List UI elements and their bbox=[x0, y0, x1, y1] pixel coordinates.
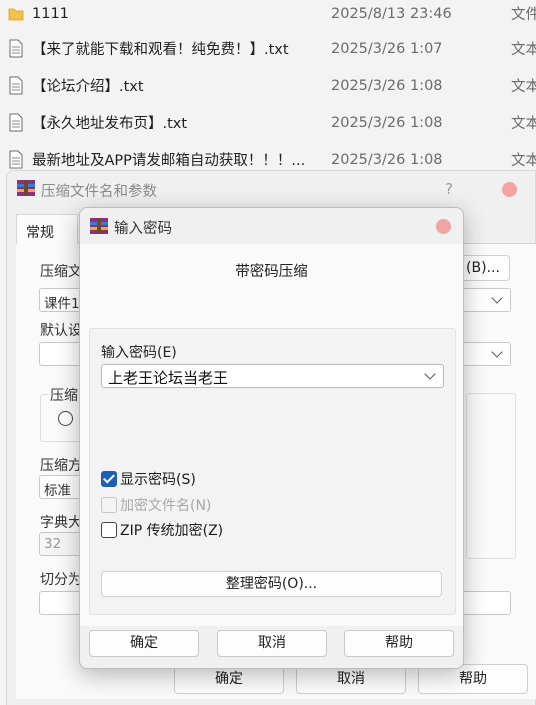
browse-button[interactable]: (B)... bbox=[456, 255, 510, 281]
cancel-button[interactable]: 取消 bbox=[217, 630, 327, 657]
file-type: 文本 bbox=[511, 153, 536, 169]
text-file-icon bbox=[9, 113, 23, 132]
file-date: 2025/3/26 1:08 bbox=[331, 77, 443, 94]
password-group: 输入密码(E) 上老王论坛当老王 显示密码(S) 加密文件名(N) ZIP 传统… bbox=[89, 328, 456, 615]
archive-name-value: 课件1 bbox=[44, 296, 80, 312]
profile-label: 默认设 bbox=[40, 323, 82, 339]
file-type: 文件 bbox=[511, 7, 536, 23]
zip-legacy-checkbox[interactable] bbox=[101, 522, 117, 538]
file-name: 【来了就能下载和观看！纯免费！】.txt bbox=[32, 42, 289, 58]
organize-passwords-button[interactable]: 整理密码(O)... bbox=[101, 571, 442, 597]
list-item[interactable]: 【来了就能下载和观看！纯免费！】.txt 2025/3/26 1:07 文本 bbox=[0, 30, 536, 67]
dialog-title: 压缩文件名和参数 bbox=[41, 184, 157, 200]
file-type: 文本 bbox=[511, 42, 536, 58]
help-button[interactable]: 帮助 bbox=[344, 630, 454, 657]
ok-button[interactable]: 确定 bbox=[89, 630, 199, 657]
help-icon[interactable]: ? bbox=[445, 180, 453, 198]
file-type: 文本 bbox=[511, 79, 536, 95]
chevron-down-icon bbox=[491, 292, 503, 304]
winrar-icon bbox=[17, 180, 35, 196]
dictionary-label: 字典大 bbox=[40, 515, 82, 531]
file-name: 【论坛介绍】.txt bbox=[32, 79, 144, 95]
show-password-label: 显示密码(S) bbox=[120, 472, 196, 488]
chevron-down-icon bbox=[491, 346, 503, 358]
close-button[interactable] bbox=[502, 182, 517, 197]
show-password-option[interactable]: 显示密码(S) bbox=[101, 469, 196, 489]
file-name: 1111 bbox=[32, 5, 69, 22]
method-value: 标准 bbox=[44, 483, 71, 499]
list-item[interactable]: 【论坛介绍】.txt 2025/3/26 1:08 文本 bbox=[0, 67, 536, 104]
encrypt-filenames-label: 加密文件名(N) bbox=[120, 498, 212, 514]
file-date: 2025/3/26 1:08 bbox=[331, 151, 443, 168]
file-type: 文本 bbox=[511, 116, 536, 132]
close-button[interactable] bbox=[436, 219, 451, 234]
split-label: 切分为 bbox=[40, 572, 82, 588]
file-name: 最新地址及APP请发邮箱自动获取！！！... bbox=[32, 153, 306, 169]
list-item[interactable]: 1111 2025/8/13 23:46 文件 bbox=[0, 0, 536, 32]
password-dialog: 输入密码 带密码压缩 输入密码(E) 上老王论坛当老王 显示密码(S) 加密文件… bbox=[79, 207, 464, 669]
file-date: 2025/3/26 1:08 bbox=[331, 114, 443, 131]
zip-legacy-option[interactable]: ZIP 传统加密(Z) bbox=[101, 520, 223, 540]
method-label: 压缩方 bbox=[40, 458, 82, 474]
dictionary-value: 32 bbox=[44, 536, 62, 552]
file-name: 【永久地址发布页】.txt bbox=[32, 116, 188, 132]
archive-name-label: 压缩文 bbox=[40, 264, 82, 280]
dialog-heading: 带密码压缩 bbox=[235, 264, 308, 280]
encrypt-filenames-checkbox bbox=[101, 497, 117, 513]
parameters-field[interactable] bbox=[456, 591, 511, 615]
dialog-title: 输入密码 bbox=[114, 221, 172, 237]
file-date: 2025/8/13 23:46 bbox=[331, 5, 452, 22]
text-file-icon bbox=[9, 150, 23, 169]
password-label: 输入密码(E) bbox=[101, 345, 177, 361]
tab-general[interactable]: 常规 bbox=[16, 214, 78, 245]
format-group-label: 压缩 bbox=[48, 385, 80, 405]
winrar-icon bbox=[90, 218, 108, 234]
text-file-icon bbox=[9, 39, 23, 58]
options-group bbox=[466, 393, 516, 559]
list-item[interactable]: 【永久地址发布页】.txt 2025/3/26 1:08 文本 bbox=[0, 104, 536, 141]
format-radio[interactable] bbox=[58, 411, 73, 426]
folder-icon bbox=[8, 8, 24, 21]
password-value: 上老王论坛当老王 bbox=[108, 369, 229, 387]
file-date: 2025/3/26 1:07 bbox=[331, 40, 443, 57]
password-input[interactable]: 上老王论坛当老王 bbox=[101, 364, 444, 388]
text-file-icon bbox=[9, 76, 23, 95]
encrypt-filenames-option: 加密文件名(N) bbox=[101, 495, 211, 515]
show-password-checkbox[interactable] bbox=[101, 471, 117, 487]
zip-legacy-label: ZIP 传统加密(Z) bbox=[120, 523, 224, 539]
chevron-down-icon[interactable] bbox=[424, 368, 436, 380]
dialog-body: 带密码压缩 输入密码(E) 上老王论坛当老王 显示密码(S) 加密文件名(N) … bbox=[80, 244, 463, 626]
